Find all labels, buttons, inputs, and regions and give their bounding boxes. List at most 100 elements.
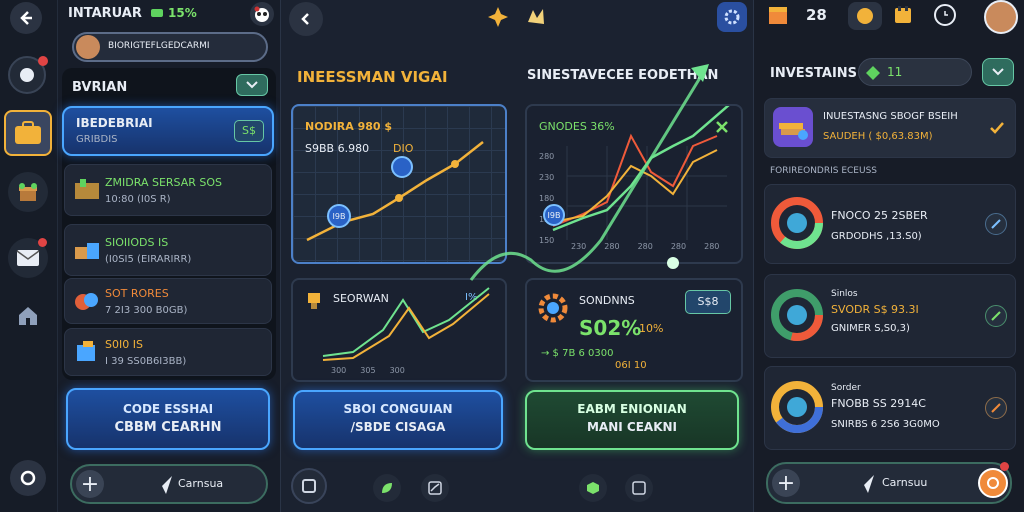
chat-button[interactable] [8, 56, 48, 94]
add-button-label: Carnsua [178, 477, 224, 490]
card4-line2: 06I 10 [615, 360, 647, 371]
add-button[interactable]: + Carnsua [70, 464, 268, 504]
edit-button[interactable] [985, 305, 1007, 327]
edit-icon [991, 219, 1001, 229]
ring-chart-icon [771, 289, 823, 341]
player-avatar [76, 35, 100, 59]
investment-item[interactable]: FNOCO 25 2SBER GRDODHS ,13.S0) [764, 184, 1016, 264]
featured-subtitle: SAUDEH ( $0,63.83M) [823, 131, 933, 142]
ring-chart-icon [771, 381, 823, 433]
list-item[interactable]: SIOIIODS IS (I0SI5 (EIRARIRR) [64, 224, 272, 276]
add-button-right[interactable]: + Carnsuu [766, 462, 1012, 504]
player-bar[interactable]: BIORIGTEFLGEDCARMI [72, 32, 268, 62]
frame-icon [632, 481, 646, 495]
selected-investment[interactable]: IBEDEBRIAI GRIBDIS S$ [62, 106, 274, 156]
user-avatar[interactable] [984, 0, 1018, 34]
books-icon [779, 123, 808, 140]
item-title: SOT RORES [105, 287, 169, 300]
player-name: BIORIGTEFLGEDCARMI [108, 41, 210, 51]
plus-icon: + [772, 469, 800, 497]
item-subtitle: 10:80 (I0S R) [105, 194, 171, 205]
item-subtitle: I 39 SS0B6I3BB) [105, 356, 187, 367]
coin-stack-icon [75, 293, 98, 310]
section-label: FORIREONDRIS ECEUSS [770, 166, 878, 176]
nav-item-profile[interactable] [10, 460, 46, 496]
chart1-point-marker[interactable] [391, 156, 413, 178]
card4-line1: → $ 7B 6 0300 [541, 348, 614, 359]
coin-icon [857, 8, 873, 24]
leaf-button[interactable] [373, 474, 401, 502]
currency-value: 15% [168, 6, 197, 20]
primary-action-line2: CBBM CEARHN [114, 420, 222, 435]
nav-item-home[interactable] [16, 304, 40, 328]
list-item[interactable]: ZMIDRA SERSAR SOS 10:80 (I0S R) [64, 164, 272, 216]
edit-button[interactable] [985, 213, 1007, 235]
item-title: SIOIIODS IS [105, 236, 169, 249]
action-button-2[interactable]: EABM ENIONIAN MANI CEAKNI [525, 390, 739, 450]
back-button-mid[interactable] [289, 2, 323, 36]
notification-dot [1000, 462, 1009, 471]
list-item[interactable]: S0I0 IS I 39 SS0B6I3BB) [64, 328, 272, 376]
boxes-icon [75, 243, 99, 259]
crate-icon [75, 179, 99, 199]
collapse-button[interactable] [236, 74, 268, 96]
connection-arrow [469, 64, 709, 281]
nav-item-shop[interactable] [8, 172, 48, 212]
home-icon [19, 307, 37, 325]
leaf-icon [382, 483, 392, 493]
box-icon[interactable] [766, 4, 790, 28]
card4-percent: S02% [579, 316, 642, 340]
settings-button[interactable] [717, 2, 747, 32]
briefcase-icon [15, 121, 41, 144]
nav-item-mail[interactable] [8, 238, 48, 278]
sparkle-icon[interactable] [487, 6, 509, 28]
boost-button[interactable] [978, 468, 1008, 498]
item-subtitle: 7 2I3 300 B0GB) [105, 305, 188, 316]
nav-item-portfolio[interactable] [4, 110, 52, 156]
featured-title: INUESTASNG SBOGF BSEIH [823, 111, 958, 122]
hexagon-icon [587, 482, 599, 494]
confirm-button[interactable] [982, 58, 1014, 86]
calendar-icon[interactable] [892, 4, 914, 26]
card4-percent-small: 10% [639, 322, 664, 335]
arrow-left-icon [20, 11, 32, 25]
frame-button[interactable] [625, 474, 653, 502]
item-line2: SVODR S$ 93.3I [831, 303, 919, 316]
investment-item[interactable]: Sorder FNOBB SS 2914C SNIRBS 6 2S6 3G0MO [764, 366, 1016, 450]
action-button-1-line1: SBOI CONGUIAN [343, 402, 453, 416]
action-button-2-line1: EABM ENIONIAN [577, 402, 687, 416]
action-button-2-line2: MANI CEAKNI [586, 420, 677, 434]
chart-icon [428, 481, 442, 495]
stop-button[interactable] [291, 468, 327, 504]
item-subtitle: SNIRBS 6 2S6 3G0MO [831, 419, 940, 430]
edit-button[interactable] [985, 397, 1007, 419]
back-button[interactable] [10, 2, 42, 34]
pet-avatar[interactable] [250, 2, 274, 26]
item-title: S0I0 IS [105, 338, 143, 351]
chart1-point-label[interactable]: I9B [327, 204, 351, 228]
edit-icon [991, 403, 1001, 413]
action-button-1[interactable]: SBOI CONGUIAN /SBDE CISAGA [293, 390, 503, 450]
coin-button[interactable] [848, 2, 882, 30]
list-item[interactable]: SOT RORES 7 2I3 300 B0GB) [64, 278, 272, 324]
investments-title: INVESTAINS [770, 66, 858, 81]
chat-icon [20, 68, 34, 82]
investments-count: 11 [887, 65, 903, 79]
section-title-left: INEESSMAN VIGAI [297, 68, 448, 86]
primary-action-button[interactable]: CODE ESSHAI CBBM CEARHN [66, 388, 270, 450]
notification-dot [38, 238, 47, 247]
chevron-down-icon [246, 81, 258, 89]
featured-investment[interactable]: INUESTASNG SBOGF BSEIH SAUDEH ( $0,63.83… [764, 98, 1016, 158]
game-title: INTARUAR [68, 6, 142, 21]
chart-button[interactable] [421, 474, 449, 502]
item-line2: FNOBB SS 2914C [831, 397, 926, 410]
hex-button[interactable] [579, 474, 607, 502]
timer-button[interactable] [934, 4, 956, 26]
investment-item[interactable]: Sinlos SVODR S$ 93.3I GNIMER S,S0,3) [764, 274, 1016, 358]
card3-x-axis: 300 305 300 [331, 366, 405, 375]
portfolio-panel: INTARUAR 15% BIORIGTEFLGEDCARMI BVRIAN I… [58, 0, 280, 512]
plane-icon [856, 475, 874, 493]
square-icon [302, 479, 316, 493]
ticket-icon[interactable] [525, 6, 547, 28]
chevron-left-icon [301, 13, 309, 25]
